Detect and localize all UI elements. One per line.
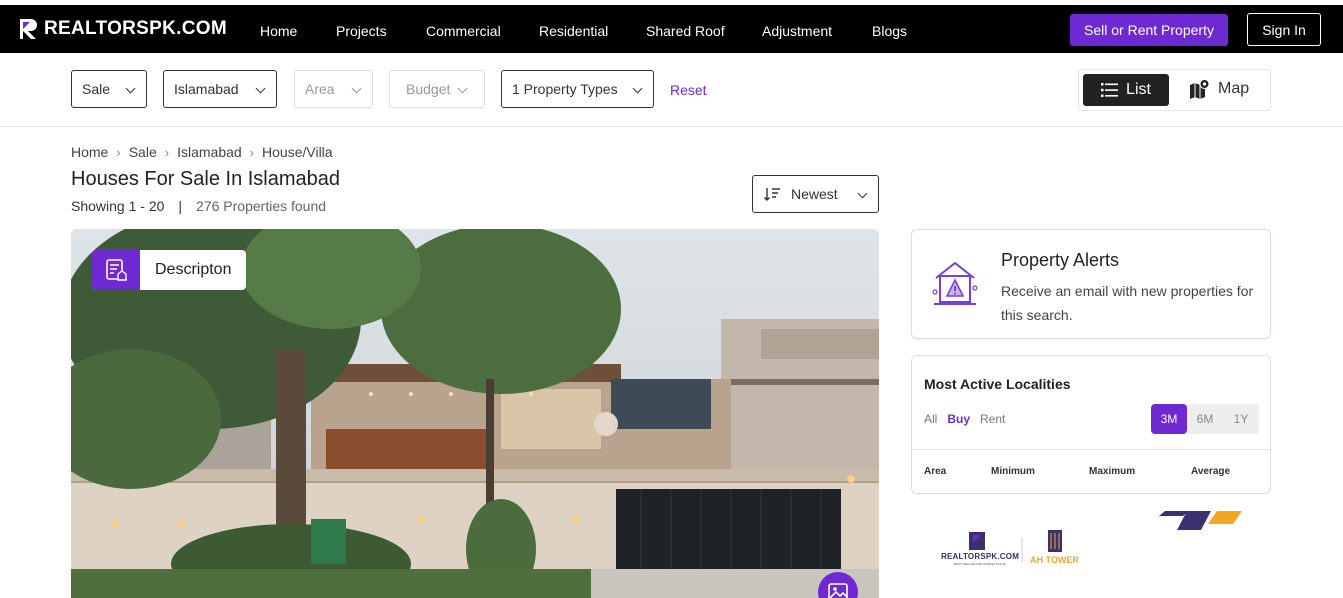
description-icon-svg — [106, 259, 127, 281]
listing-image[interactable]: Descripton — [71, 229, 879, 598]
nav-blogs[interactable]: Blogs — [872, 23, 907, 39]
ad-tagline: BEST REAL ESTATE MARKETPLACE — [954, 562, 1006, 566]
logo-text: REALTORSPK.COM — [44, 18, 227, 39]
list-icon — [1101, 83, 1119, 97]
chevron-right-icon: › — [164, 144, 170, 160]
period-1y[interactable]: 1Y — [1223, 412, 1259, 426]
breadcrumb-sale[interactable]: Sale — [129, 144, 157, 160]
map-view-button[interactable]: Map — [1189, 79, 1249, 99]
description-button[interactable]: Descripton — [92, 250, 247, 290]
logo-mark-icon — [20, 19, 37, 39]
sort-select[interactable]: Newest — [752, 175, 879, 213]
breadcrumb-home[interactable]: Home — [71, 144, 108, 160]
logo[interactable]: REALTORSPK.COM — [19, 18, 227, 40]
period-selector: 3M 6M 1Y — [1151, 404, 1259, 434]
column-minimum: Minimum — [991, 466, 1035, 477]
house-alert-icon — [932, 261, 978, 305]
active-localities-card: Most Active Localities All Buy Rent 3M 6… — [911, 355, 1271, 494]
tab-rent[interactable]: Rent — [980, 412, 1005, 426]
properties-found: 276 Properties found — [196, 198, 327, 214]
nav-shared-roof[interactable]: Shared Roof — [646, 23, 725, 39]
nav-home[interactable]: Home — [260, 23, 297, 39]
column-average: Average — [1191, 466, 1231, 477]
nav-commercial[interactable]: Commercial — [426, 23, 501, 39]
map-view-label: Map — [1218, 80, 1250, 97]
list-view-label: List — [1126, 81, 1151, 98]
sign-in-button[interactable]: Sign In — [1247, 13, 1321, 46]
alerts-title: Property Alerts — [1001, 250, 1120, 270]
breadcrumb-type[interactable]: House/Villa — [262, 144, 333, 160]
column-area: Area — [924, 466, 947, 477]
list-view-button[interactable]: List — [1083, 74, 1169, 106]
chevron-down-icon — [457, 83, 468, 94]
summary-divider: | — [178, 198, 183, 214]
results-summary: Showing 1 - 20 | 276 Properties found — [71, 198, 326, 214]
property-types-value: 1 Property Types — [512, 81, 618, 97]
sort-value: Newest — [791, 186, 838, 202]
top-navbar: REALTORSPK.COM Home Projects Commercial … — [0, 5, 1343, 53]
tab-buy[interactable]: Buy — [947, 412, 970, 426]
column-maximum: Maximum — [1089, 466, 1136, 477]
nav-projects[interactable]: Projects — [336, 23, 387, 39]
view-toggle: List Map — [1078, 69, 1271, 111]
sort-icon — [764, 188, 780, 201]
nav-adjustment[interactable]: Adjustment — [762, 23, 832, 39]
description-icon — [92, 250, 140, 290]
nav-residential[interactable]: Residential — [539, 23, 608, 39]
chevron-down-icon — [255, 83, 266, 94]
city-select-value: Islamabad — [174, 81, 239, 97]
localities-tabs: All Buy Rent — [924, 412, 1005, 426]
ad-partner: AH TOWER — [1030, 555, 1079, 565]
chevron-down-icon — [857, 188, 868, 199]
purpose-select-value: Sale — [82, 81, 111, 97]
period-6m[interactable]: 6M — [1187, 412, 1223, 426]
showing-range: Showing 1 - 20 — [71, 198, 165, 214]
page-title: Houses For Sale In Islamabad — [71, 168, 341, 190]
budget-select[interactable]: Budget — [389, 70, 485, 108]
filter-bar: Sale Islamabad Area Budget 1 Property Ty… — [0, 53, 1343, 127]
localities-divider — [912, 449, 1270, 450]
property-types-select[interactable]: 1 Property Types — [501, 70, 654, 108]
period-3m[interactable]: 3M — [1151, 404, 1187, 434]
breadcrumb-city[interactable]: Islamabad — [177, 144, 242, 160]
description-label: Descripton — [155, 261, 232, 278]
gallery-icon — [828, 583, 848, 598]
breadcrumb: Home › Sale › Islamabad › House/Villa — [71, 144, 333, 160]
localities-title: Most Active Localities — [924, 376, 1071, 392]
alerts-description: Receive an email with new properties for… — [1001, 283, 1254, 323]
tab-all[interactable]: All — [924, 412, 937, 426]
reset-filters-link[interactable]: Reset — [670, 82, 707, 98]
ad-banner[interactable]: REALTORSPK.COM BEST REAL ESTATE MARKETPL… — [911, 505, 1271, 598]
sell-or-rent-button[interactable]: Sell or Rent Property — [1070, 14, 1228, 46]
map-icon — [1190, 79, 1210, 99]
area-select-value: Area — [305, 81, 335, 97]
city-select[interactable]: Islamabad — [163, 70, 277, 108]
chevron-right-icon: › — [249, 144, 255, 160]
chevron-down-icon — [125, 83, 136, 94]
chevron-down-icon — [632, 83, 643, 94]
chevron-right-icon: › — [116, 144, 121, 160]
ad-brand: REALTORSPK.COM — [941, 552, 1020, 561]
chevron-down-icon — [351, 83, 362, 94]
property-alerts-card[interactable]: Property Alerts Receive an email with ne… — [911, 229, 1271, 339]
budget-select-value: Budget — [406, 81, 451, 97]
area-select[interactable]: Area — [294, 70, 373, 108]
purpose-select[interactable]: Sale — [71, 70, 147, 108]
